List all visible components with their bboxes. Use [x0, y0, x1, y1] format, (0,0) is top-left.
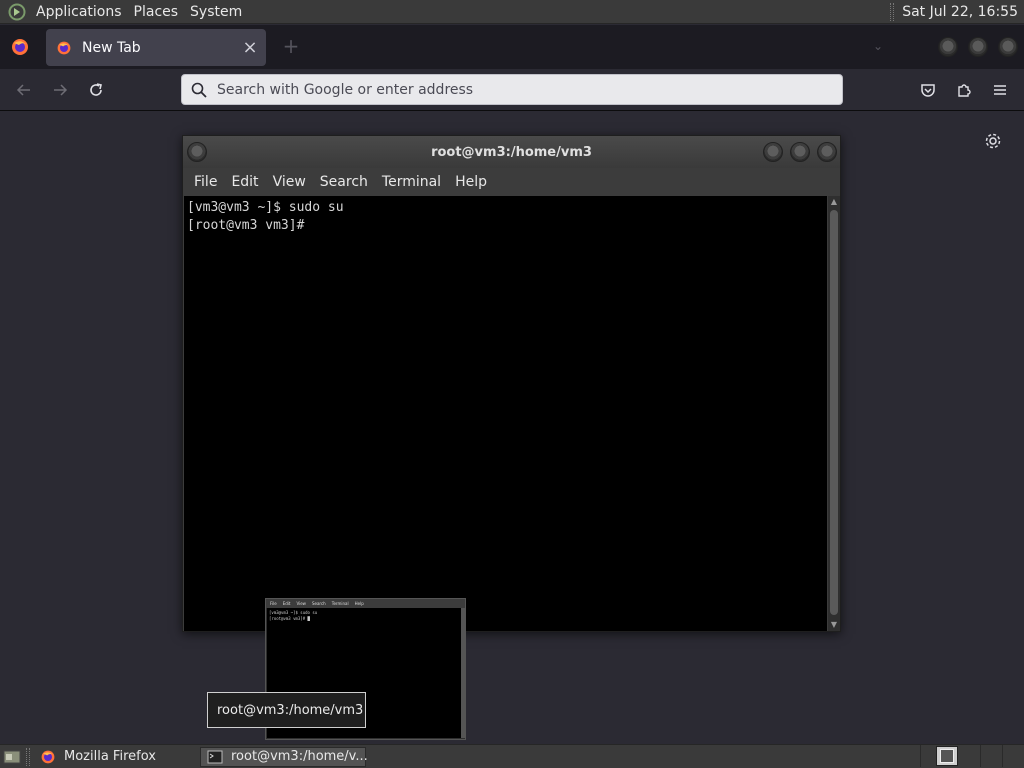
list-all-tabs-icon[interactable]: ⌄: [870, 39, 886, 55]
scrollbar-thumb[interactable]: [830, 210, 838, 615]
menu-search[interactable]: Search: [313, 168, 375, 196]
menu-help[interactable]: Help: [448, 168, 494, 196]
close-button[interactable]: [817, 142, 837, 162]
tab-label: New Tab: [82, 39, 141, 56]
menu-terminal[interactable]: Terminal: [375, 168, 448, 196]
new-tab-plus-icon[interactable]: +: [282, 36, 300, 56]
preview-line: [root@vm3 vm3]# █: [269, 616, 310, 621]
taskbar-handle[interactable]: [26, 747, 30, 766]
taskbar-terminal[interactable]: root@vm3:/home/v...: [200, 746, 368, 767]
firefox-icon: [40, 749, 56, 765]
extensions-icon[interactable]: [954, 80, 974, 100]
menu-edit[interactable]: Edit: [224, 168, 265, 196]
preview-menubar: File Edit View Search Terminal Help: [266, 599, 465, 608]
show-desktop-icon[interactable]: [2, 748, 22, 766]
taskbar-terminal-label: root@vm3:/home/v...: [231, 749, 368, 764]
address-bar[interactable]: Search with Google or enter address: [181, 74, 843, 105]
places-menu[interactable]: Places: [128, 0, 185, 24]
preview-menu-item: Search: [311, 601, 326, 606]
window-menu-button[interactable]: [187, 142, 207, 162]
applications-menu[interactable]: Applications: [30, 0, 128, 24]
preview-menu-item: Edit: [282, 601, 291, 606]
terminal-icon: [207, 749, 223, 765]
scroll-down-icon[interactable]: ▼: [828, 619, 840, 631]
pocket-icon[interactable]: [918, 80, 938, 100]
minimize-button[interactable]: [763, 142, 783, 162]
hamburger-menu-icon[interactable]: [990, 80, 1010, 100]
terminal-screen[interactable]: [vm3@vm3 ~]$ sudo su [root@vm3 vm3]#: [184, 196, 827, 631]
minimize-button[interactable]: [938, 37, 958, 57]
preview-menu-item: Terminal: [331, 601, 349, 606]
terminal-menubar: File Edit View Search Terminal Help: [183, 168, 840, 196]
top-panel: Applications Places System Sat Jul 22, 1…: [0, 0, 1024, 24]
gear-icon[interactable]: [983, 131, 1003, 151]
reload-icon[interactable]: [86, 80, 106, 100]
firefox-window-controls: [938, 37, 1024, 57]
preview-scrollbar: [461, 608, 465, 738]
workspace-1[interactable]: [940, 749, 954, 763]
close-button[interactable]: [998, 37, 1018, 57]
clock-area: Sat Jul 22, 16:55: [890, 0, 1024, 24]
terminal-window[interactable]: root@vm3:/home/vm3 File Edit View Search…: [182, 135, 841, 632]
terminal-titlebar[interactable]: root@vm3:/home/vm3: [183, 136, 840, 168]
maximize-button[interactable]: [790, 142, 810, 162]
panel-clock[interactable]: Sat Jul 22, 16:55: [902, 4, 1024, 20]
taskbar-firefox-label: Mozilla Firefox: [64, 749, 156, 764]
firefox-view-icon[interactable]: [10, 37, 30, 57]
taskbar-tooltip: root@vm3:/home/vm3: [207, 692, 366, 728]
firefox-nav-bar: Search with Google or enter address: [0, 69, 1024, 111]
terminal-title: root@vm3:/home/vm3: [431, 144, 592, 160]
address-bar-placeholder: Search with Google or enter address: [217, 81, 474, 98]
forward-arrow-icon[interactable]: [50, 80, 70, 100]
terminal-scrollbar[interactable]: ▲ ▼: [828, 196, 840, 631]
panel-handle[interactable]: [890, 3, 895, 21]
maximize-button[interactable]: [968, 37, 988, 57]
close-tab-icon[interactable]: ×: [242, 38, 258, 56]
menu-view[interactable]: View: [266, 168, 313, 196]
workspace-separator: [1002, 745, 1003, 767]
system-menu[interactable]: System: [184, 0, 248, 24]
tab-new-tab[interactable]: New Tab ×: [46, 29, 266, 66]
menu-file[interactable]: File: [187, 168, 224, 196]
preview-menu-item: File: [270, 601, 277, 606]
taskbar-firefox[interactable]: Mozilla Firefox: [34, 747, 196, 767]
terminal-line: [vm3@vm3 ~]$ sudo su: [187, 200, 344, 215]
firefox-icon: [56, 40, 72, 56]
preview-menu-item: Help: [354, 601, 364, 606]
bottom-taskbar: Mozilla Firefox root@vm3:/home/v...: [0, 744, 1024, 768]
terminal-line: [root@vm3 vm3]#: [187, 218, 305, 233]
workspace-separator: [920, 745, 921, 767]
search-icon: [191, 82, 207, 98]
scroll-up-icon[interactable]: ▲: [828, 196, 840, 208]
workspace-separator: [980, 745, 981, 767]
distro-logo-icon[interactable]: [6, 1, 28, 23]
workspace-switcher[interactable]: [936, 746, 958, 766]
firefox-tab-bar: New Tab × + ⌄: [0, 25, 1024, 69]
preview-menu-item: View: [296, 601, 306, 606]
back-arrow-icon[interactable]: [14, 80, 34, 100]
